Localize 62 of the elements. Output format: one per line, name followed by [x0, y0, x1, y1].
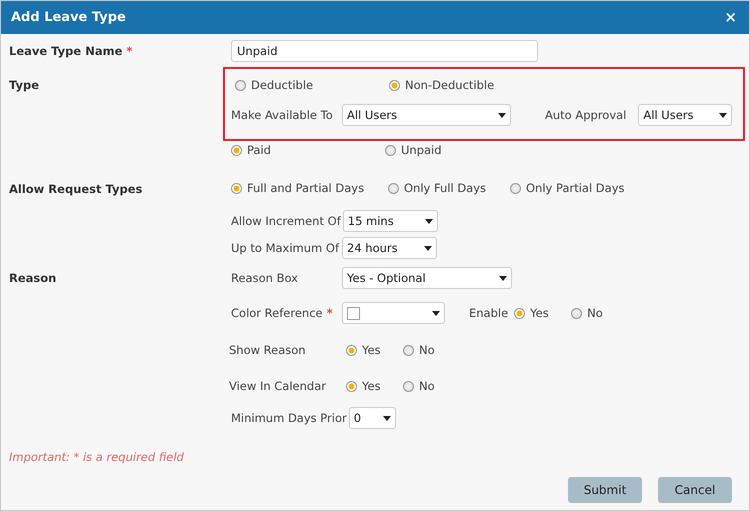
radio-button[interactable]	[510, 182, 521, 194]
required-mark: *	[326, 306, 333, 320]
dialog-title: Add Leave Type	[11, 10, 126, 25]
radio-button[interactable]	[388, 182, 399, 194]
radio-label: Yes	[530, 306, 549, 320]
radio-label: Yes	[362, 379, 381, 393]
dialog-button[interactable]: Cancel	[658, 477, 732, 503]
radio-button[interactable]	[231, 182, 242, 194]
radio-button[interactable]	[514, 308, 526, 318]
dialog-button[interactable]: Submit	[568, 477, 642, 503]
field-label: View In Calendar	[229, 379, 327, 393]
radio-button[interactable]	[235, 80, 246, 90]
field-label: Type	[9, 77, 40, 94]
radio-label: No	[419, 343, 435, 357]
radio-button[interactable]	[385, 144, 396, 156]
dropdown[interactable]: All Users	[638, 104, 732, 126]
color-dropdown[interactable]	[342, 302, 445, 324]
field-label: Leave Type Name	[9, 43, 122, 60]
field-label: Auto Approval	[545, 108, 626, 122]
dropdown[interactable]: All Users	[342, 104, 511, 126]
field-label: Reason Box	[231, 271, 299, 285]
radio-label: Unpaid	[401, 143, 442, 157]
caret-icon	[382, 416, 391, 420]
dropdown[interactable]: 24 hours	[342, 237, 437, 259]
radio-label: Paid	[247, 143, 271, 157]
dropdown[interactable]: 0	[348, 407, 396, 429]
radio-button[interactable]	[231, 144, 242, 156]
caret-icon	[424, 218, 433, 224]
radio-label: No	[419, 379, 435, 393]
dropdown[interactable]: 15 mins	[342, 210, 438, 232]
radio-button[interactable]	[403, 380, 414, 392]
field-label: Up to Maximum Of	[231, 241, 340, 255]
radio-button[interactable]	[346, 380, 357, 392]
caret-icon	[424, 246, 432, 250]
caret-icon	[499, 276, 507, 280]
name-input[interactable]: Unpaid	[231, 40, 538, 62]
radio-button[interactable]	[571, 308, 582, 318]
field-label: Make Available To	[231, 108, 334, 122]
field-label: Enable	[469, 306, 508, 320]
radio-label: Only Full Days	[404, 181, 486, 195]
dropdown[interactable]: Yes - Optional	[342, 267, 512, 289]
radio-button[interactable]	[389, 80, 400, 90]
required-note: Important: * is a required field	[9, 450, 185, 464]
radio-label: No	[587, 306, 603, 320]
radio-label: Yes	[362, 343, 381, 357]
caret-icon	[498, 112, 506, 118]
field-label: Allow Increment Of	[231, 214, 341, 228]
field-label: Minimum Days Prior	[231, 411, 347, 425]
close-button[interactable]: ×	[722, 10, 739, 25]
field-label: Color Reference	[231, 306, 323, 320]
caret-icon	[432, 310, 440, 316]
radio-label: Deductible	[251, 78, 314, 92]
field-label: Reason	[9, 270, 56, 287]
caret-icon	[719, 112, 728, 118]
radio-label: Only Partial Days	[526, 181, 624, 195]
radio-label: Full and Partial Days	[247, 181, 364, 195]
field-label: Show Reason	[229, 343, 307, 357]
radio-button[interactable]	[346, 344, 357, 356]
required-mark: *	[126, 44, 132, 58]
field-label: Allow Request Types	[9, 181, 142, 198]
radio-label: Non-Deductible	[405, 78, 494, 92]
radio-button[interactable]	[403, 344, 414, 356]
